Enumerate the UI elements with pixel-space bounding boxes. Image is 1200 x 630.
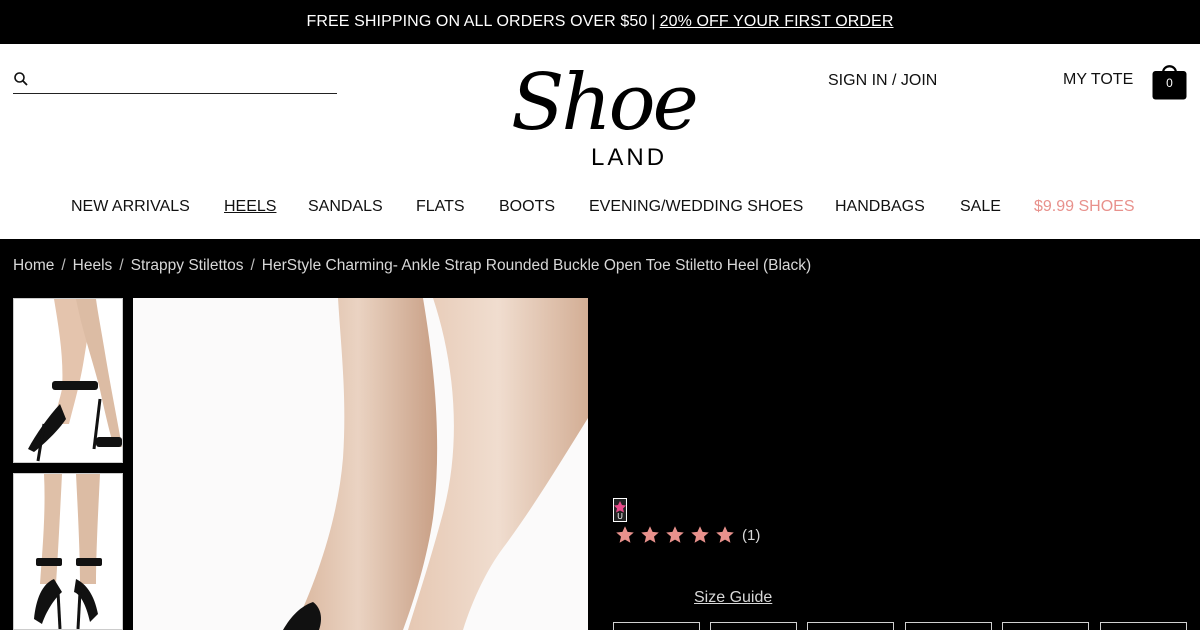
size-option[interactable] xyxy=(905,622,992,630)
promo-separator: | xyxy=(651,13,656,30)
product-thumbnail-2[interactable] xyxy=(13,473,123,630)
breadcrumb-strappy-stilettos[interactable]: Strappy Stilettos xyxy=(131,257,244,274)
review-count[interactable]: (1) xyxy=(742,527,760,544)
nav-boots[interactable]: BOOTS xyxy=(499,198,555,216)
nav-sandals[interactable]: SANDALS xyxy=(308,198,383,216)
breadcrumb-separator: / xyxy=(119,257,124,274)
star-icon xyxy=(641,526,659,543)
size-option[interactable] xyxy=(807,622,894,630)
logo-script: Shoe xyxy=(511,58,699,148)
search-bar xyxy=(13,68,337,94)
nav-flats[interactable]: FLATS xyxy=(416,198,465,216)
size-option[interactable] xyxy=(1100,622,1187,630)
logo-subtitle: LAND xyxy=(591,144,668,171)
thumbnail-image-1 xyxy=(14,299,122,462)
nav-new-arrivals[interactable]: NEW ARRIVALS xyxy=(71,198,190,216)
star-icon xyxy=(616,526,634,543)
breadcrumb-current: HerStyle Charming- Ankle Strap Rounded B… xyxy=(261,257,812,274)
breadcrumb-separator: / xyxy=(61,257,66,274)
search-icon[interactable] xyxy=(13,71,29,87)
nav-evening-wedding-shoes[interactable]: EVENING/WEDDING SHOES xyxy=(589,198,803,216)
breadcrumb-separator: / xyxy=(250,257,255,274)
size-option[interactable] xyxy=(1002,622,1089,630)
product-rating[interactable]: (1) xyxy=(615,525,760,545)
breadcrumb: Home / Heels / Strappy Stilettos / HerStyle Ch… xyxy=(13,257,811,275)
nav-handbags[interactable]: HANDBAGS xyxy=(835,198,925,216)
product-photo xyxy=(133,298,588,630)
size-option[interactable] xyxy=(710,622,797,630)
svg-text:U: U xyxy=(617,512,623,521)
sign-in-link[interactable]: SIGN IN / JOIN xyxy=(828,72,937,90)
star-icon xyxy=(716,526,734,543)
tote-count: 0 xyxy=(1166,76,1173,90)
thumbnail-image-2 xyxy=(14,474,122,629)
star-icon xyxy=(691,526,709,543)
tote-button[interactable]: 0 xyxy=(1152,62,1187,100)
size-option[interactable] xyxy=(613,622,700,630)
site-logo[interactable]: Shoe LAND xyxy=(505,58,699,174)
nav-heels[interactable]: HEELS xyxy=(224,198,276,216)
promo-link[interactable]: 20% OFF YOUR FIRST ORDER xyxy=(660,13,894,31)
search-input[interactable] xyxy=(35,68,335,92)
promo-bar: FREE SHIPPING ON ALL ORDERS OVER $50 | 2… xyxy=(0,0,1200,44)
star-icon xyxy=(666,526,684,543)
product-main-image[interactable] xyxy=(133,298,588,630)
site-header: Shoe LAND SIGN IN / JOIN MY TOTE 0 NEW A… xyxy=(0,44,1200,239)
my-tote-link[interactable]: MY TOTE xyxy=(1063,71,1133,89)
breadcrumb-heels[interactable]: Heels xyxy=(73,257,113,274)
promo-text: FREE SHIPPING ON ALL ORDERS OVER $50 xyxy=(306,13,648,30)
nav-sale[interactable]: SALE xyxy=(960,198,1001,216)
wishlist-badge[interactable]: U xyxy=(613,498,627,522)
product-thumbnail-1[interactable] xyxy=(13,298,123,463)
breadcrumb-home[interactable]: Home xyxy=(13,257,54,274)
nav-999-shoes[interactable]: $9.99 SHOES xyxy=(1034,198,1135,216)
size-guide-link[interactable]: Size Guide xyxy=(694,589,772,607)
badge-icon: U xyxy=(613,498,627,522)
